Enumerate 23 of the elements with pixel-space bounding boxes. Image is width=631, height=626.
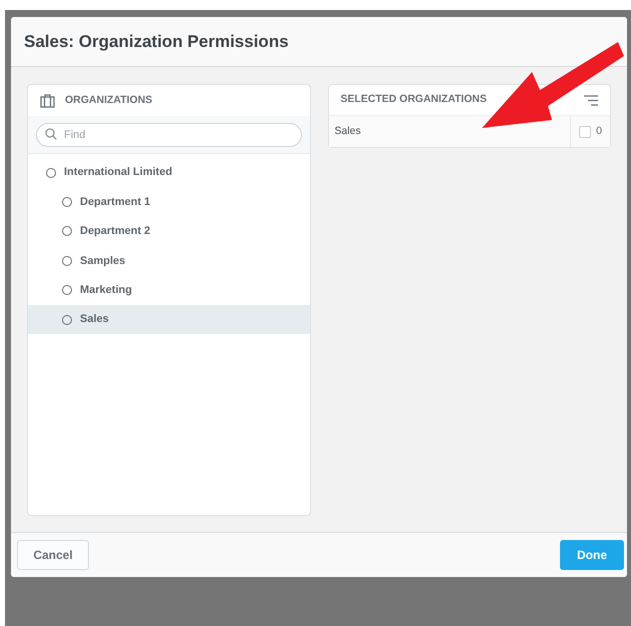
radio-icon [62, 226, 72, 236]
tree-item[interactable]: International Limited [28, 158, 310, 188]
panel-heading: ORGANIZATIONS [65, 92, 152, 108]
radio-icon [46, 168, 56, 178]
tree-item[interactable]: Samples [28, 246, 310, 276]
radio-icon [62, 285, 72, 296]
organization-name: Sales [334, 124, 362, 139]
panel-heading: SELECTED ORGANIZATIONS [340, 92, 487, 108]
count: 0 [596, 124, 602, 139]
briefcase-icon [40, 94, 55, 108]
search-field[interactable]: Find [36, 123, 302, 147]
search-icon [45, 128, 57, 140]
tree-item[interactable]: Sales [28, 304, 310, 334]
radio-icon [62, 197, 72, 208]
radio-icon [62, 256, 72, 266]
radio-icon [62, 314, 72, 325]
checkbox[interactable] [579, 126, 592, 138]
tree-item[interactable]: Marketing [28, 276, 310, 305]
sort-icon[interactable] [584, 94, 598, 106]
dialog-title: Sales: Organization Permissions [24, 30, 289, 53]
tree-item[interactable]: Department 1 [28, 187, 310, 217]
tree-item[interactable]: Department 2 [28, 216, 310, 246]
cancel-button[interactable]: Cancel [17, 540, 89, 570]
